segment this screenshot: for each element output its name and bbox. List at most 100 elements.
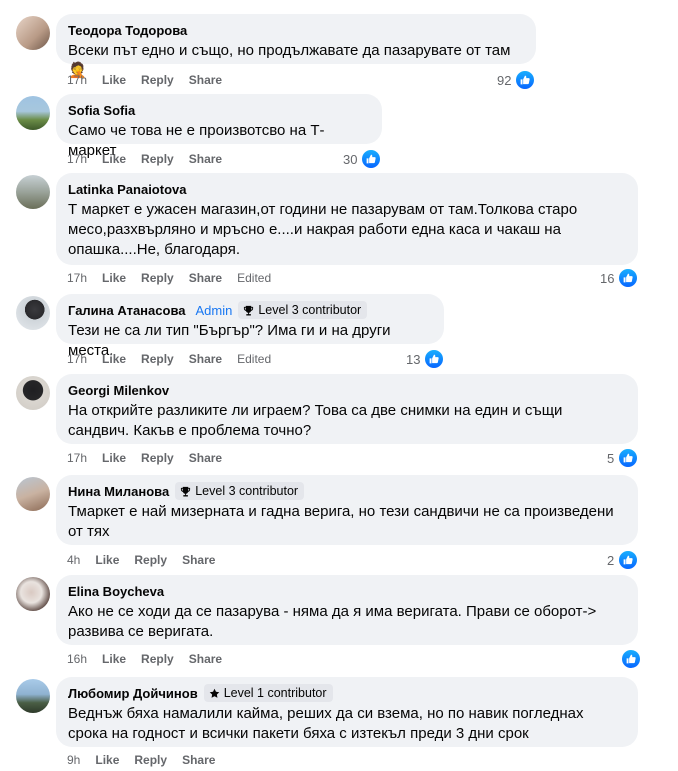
comment-actions: 17h Like Reply Share Edited [67, 270, 271, 286]
reaction-count[interactable] [617, 648, 642, 670]
like-reaction-icon [617, 447, 640, 469]
comment-actions: 17h Like Reply Share [67, 450, 237, 466]
comment-bubble: Любомир Дойчинов Level 1 contributor Вед… [56, 677, 638, 747]
like-button[interactable]: Like [102, 152, 126, 166]
author-name[interactable]: Sofia Sofia [68, 103, 135, 118]
comment-text: На открийте разликите ли играем? Това са… [68, 402, 563, 439]
comment-text: Тмаркет е най мизерната и гадна верига, … [68, 503, 614, 540]
reply-button[interactable]: Reply [141, 652, 174, 666]
like-button[interactable]: Like [102, 652, 126, 666]
author-name[interactable]: Нина Миланова [68, 484, 169, 499]
like-button[interactable]: Like [95, 753, 119, 767]
comment-actions: 17h Like Reply Share [67, 151, 237, 167]
reaction-number: 13 [406, 351, 421, 367]
avatar[interactable] [16, 175, 50, 209]
comment-actions: 17h Like Reply Share Edited [67, 351, 271, 367]
reaction-number: 30 [343, 151, 358, 167]
reaction-count[interactable]: 2 [607, 549, 640, 571]
timestamp[interactable]: 16h [67, 652, 87, 666]
timestamp[interactable]: 17h [67, 271, 87, 285]
author-name[interactable]: Elina Boycheva [68, 584, 164, 599]
share-button[interactable]: Share [189, 73, 222, 87]
reply-button[interactable]: Reply [141, 73, 174, 87]
timestamp[interactable]: 4h [67, 553, 80, 567]
like-reaction-icon [360, 148, 383, 170]
like-button[interactable]: Like [102, 73, 126, 87]
reply-button[interactable]: Reply [141, 152, 174, 166]
comment-bubble: Latinka Panaiotova Т маркет е ужасен маг… [56, 173, 638, 265]
admin-label: Admin [195, 302, 233, 318]
author-name[interactable]: Georgi Milenkov [68, 383, 169, 398]
trophy-icon [244, 305, 254, 316]
reply-button[interactable]: Reply [141, 352, 174, 366]
like-reaction-icon [617, 267, 640, 289]
share-button[interactable]: Share [189, 352, 222, 366]
like-button[interactable]: Like [95, 553, 119, 567]
comment-actions: 9h Like Reply Share [67, 752, 230, 768]
reaction-number: 2 [607, 552, 615, 568]
avatar[interactable] [16, 376, 50, 410]
contributor-badge[interactable]: Level 3 contributor [175, 482, 305, 500]
comment-bubble: Теодора Тодорова Всеки път едно и също, … [56, 14, 536, 79]
share-button[interactable]: Share [189, 152, 222, 166]
trophy-icon [181, 486, 191, 497]
avatar[interactable] [16, 679, 50, 713]
timestamp[interactable]: 17h [67, 152, 87, 166]
like-reaction-icon [617, 549, 640, 571]
reaction-number: 16 [600, 270, 615, 286]
avatar[interactable] [16, 296, 50, 330]
reply-button[interactable]: Reply [141, 451, 174, 465]
timestamp[interactable]: 9h [67, 753, 80, 767]
share-button[interactable]: Share [182, 753, 215, 767]
comment-actions: 17h Like Reply Share [67, 72, 237, 88]
comment-bubble: Галина Атанасова Admin Level 3 contribut… [56, 294, 444, 359]
comment-bubble: Нина Миланова Level 3 contributor Тмарке… [56, 475, 638, 545]
reaction-count[interactable]: 30 [343, 148, 383, 170]
reaction-number: 5 [607, 450, 615, 466]
contributor-badge[interactable]: Level 1 contributor [203, 684, 333, 702]
reaction-count[interactable]: 5 [607, 447, 640, 469]
timestamp[interactable]: 17h [67, 73, 87, 87]
reply-button[interactable]: Reply [134, 553, 167, 567]
reaction-count[interactable]: 16 [600, 267, 640, 289]
comment-text: Ако не се ходи да се пазарува - няма да … [68, 603, 597, 640]
edited-label[interactable]: Edited [237, 352, 271, 366]
avatar[interactable] [16, 577, 50, 611]
comment-actions: 4h Like Reply Share [67, 552, 230, 568]
author-name[interactable]: Галина Атанасова [68, 303, 186, 318]
like-reaction-icon [620, 648, 642, 670]
badge-label: Level 3 contributor [195, 484, 299, 498]
share-button[interactable]: Share [189, 271, 222, 285]
comment-bubble: Elina Boycheva Ако не се ходи да се паза… [56, 575, 638, 645]
reply-button[interactable]: Reply [141, 271, 174, 285]
like-reaction-icon [514, 69, 537, 91]
star-icon [209, 688, 219, 698]
like-button[interactable]: Like [102, 271, 126, 285]
edited-label[interactable]: Edited [237, 271, 271, 285]
author-name[interactable]: Любомир Дойчинов [68, 686, 198, 701]
timestamp[interactable]: 17h [67, 352, 87, 366]
share-button[interactable]: Share [182, 553, 215, 567]
timestamp[interactable]: 17h [67, 451, 87, 465]
avatar[interactable] [16, 477, 50, 511]
contributor-badge[interactable]: Level 3 contributor [238, 301, 368, 319]
badge-label: Level 1 contributor [223, 686, 327, 700]
like-reaction-icon [423, 348, 446, 370]
comment-bubble: Georgi Milenkov На открийте разликите ли… [56, 374, 638, 444]
reaction-number: 92 [497, 72, 512, 88]
author-name[interactable]: Теодора Тодорова [68, 23, 187, 38]
author-name[interactable]: Latinka Panaiotova [68, 182, 186, 197]
reaction-count[interactable]: 92 [497, 69, 537, 91]
like-button[interactable]: Like [102, 451, 126, 465]
comment-text: Веднъж бяха намалили кайма, реших да си … [68, 705, 584, 742]
share-button[interactable]: Share [189, 652, 222, 666]
reply-button[interactable]: Reply [134, 753, 167, 767]
avatar[interactable] [16, 16, 50, 50]
avatar[interactable] [16, 96, 50, 130]
badge-label: Level 3 contributor [258, 303, 362, 317]
like-button[interactable]: Like [102, 352, 126, 366]
reaction-count[interactable]: 13 [406, 348, 446, 370]
comment-actions: 16h Like Reply Share [67, 651, 237, 667]
comment-text: Т маркет е ужасен магазин,от години не п… [68, 201, 578, 258]
share-button[interactable]: Share [189, 451, 222, 465]
